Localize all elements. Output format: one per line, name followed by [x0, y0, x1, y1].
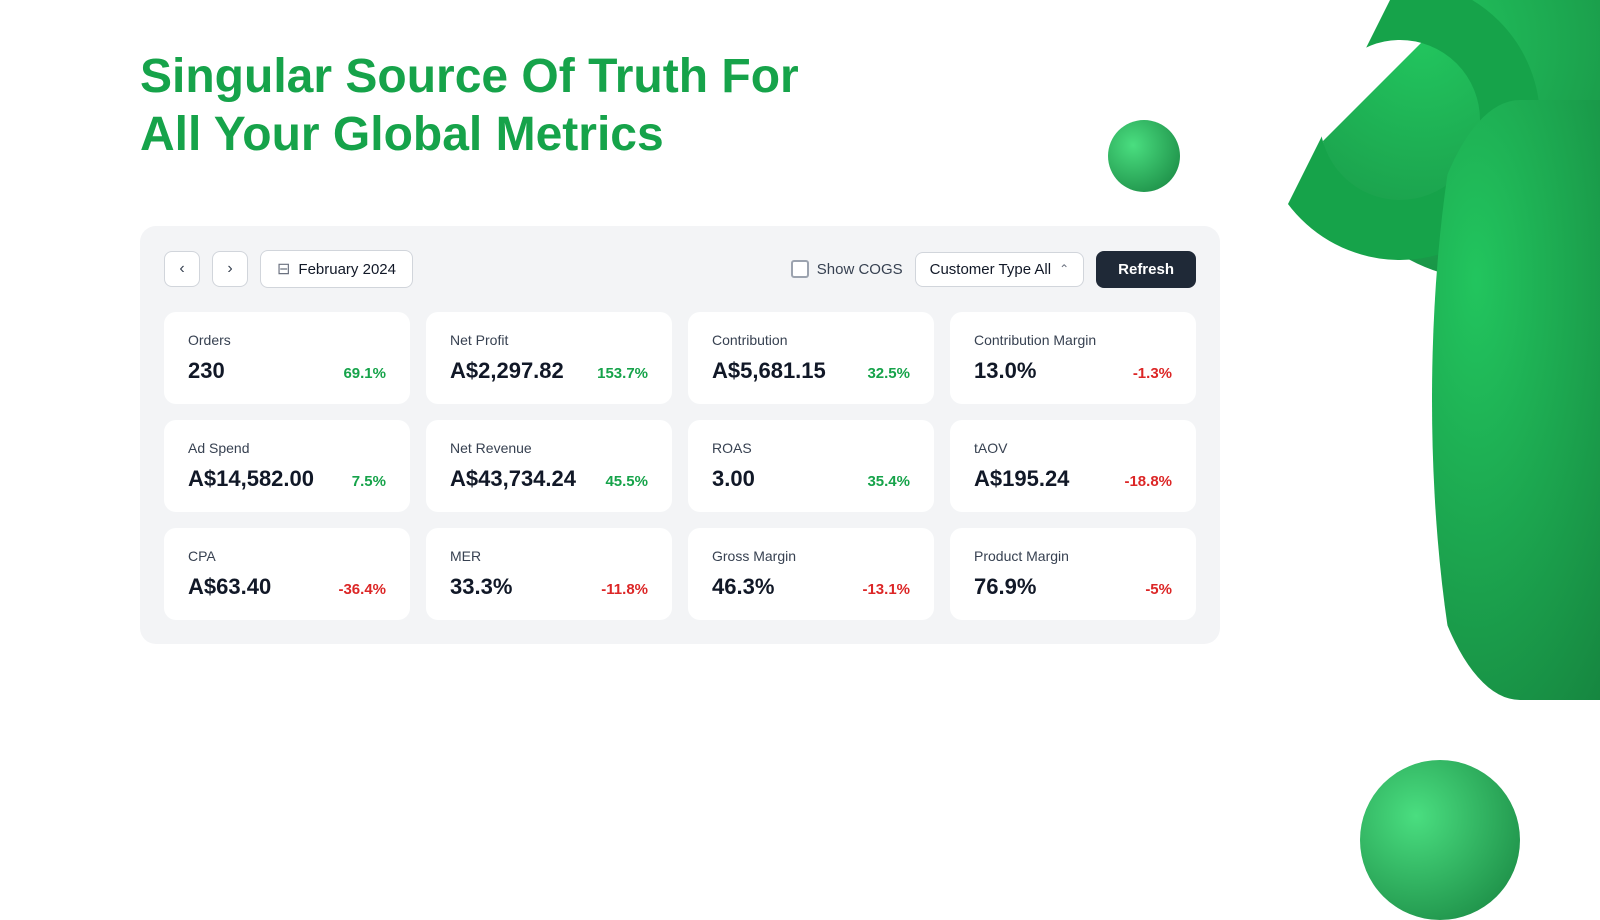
- metric-value: 230: [188, 358, 225, 384]
- metric-value: A$43,734.24: [450, 466, 576, 492]
- metric-label: Contribution: [712, 332, 910, 348]
- refresh-button[interactable]: Refresh: [1096, 251, 1196, 288]
- dashboard-container: ‹ › ⊟ February 2024 Show COGS Customer T…: [140, 226, 1220, 644]
- metric-value: 3.00: [712, 466, 755, 492]
- heading-line2: All Your Global Metrics: [140, 108, 664, 161]
- metric-change: -36.4%: [338, 581, 386, 598]
- metric-change: 45.5%: [605, 473, 648, 490]
- deco-circle-mid: [1108, 120, 1180, 192]
- metric-row: 33.3% -11.8%: [450, 574, 648, 600]
- metric-card: ROAS 3.00 35.4%: [688, 420, 934, 512]
- metric-label: MER: [450, 548, 648, 564]
- metric-label: Orders: [188, 332, 386, 348]
- metric-label: tAOV: [974, 440, 1172, 456]
- metric-card: Net Revenue A$43,734.24 45.5%: [426, 420, 672, 512]
- date-picker[interactable]: ⊟ February 2024: [260, 250, 413, 288]
- metric-label: Net Profit: [450, 332, 648, 348]
- show-cogs-text: Show COGS: [817, 261, 903, 278]
- metric-change: 153.7%: [597, 365, 648, 382]
- metric-change: 32.5%: [867, 365, 910, 382]
- metric-change: -1.3%: [1133, 365, 1172, 382]
- metric-value: 13.0%: [974, 358, 1036, 384]
- metric-row: 46.3% -13.1%: [712, 574, 910, 600]
- metric-row: A$195.24 -18.8%: [974, 466, 1172, 492]
- show-cogs-checkbox[interactable]: [791, 260, 809, 278]
- metric-change: -18.8%: [1124, 473, 1172, 490]
- metric-value: A$5,681.15: [712, 358, 826, 384]
- metric-value: A$14,582.00: [188, 466, 314, 492]
- metric-row: A$63.40 -36.4%: [188, 574, 386, 600]
- metric-label: Contribution Margin: [974, 332, 1172, 348]
- metric-value: 76.9%: [974, 574, 1036, 600]
- metric-change: 7.5%: [352, 473, 386, 490]
- metric-row: 13.0% -1.3%: [974, 358, 1172, 384]
- metric-card: Contribution Margin 13.0% -1.3%: [950, 312, 1196, 404]
- metric-card: CPA A$63.40 -36.4%: [164, 528, 410, 620]
- metric-card: Product Margin 76.9% -5%: [950, 528, 1196, 620]
- metric-row: A$14,582.00 7.5%: [188, 466, 386, 492]
- metric-value: A$63.40: [188, 574, 271, 600]
- chevron-down-icon: ⌃: [1059, 262, 1069, 276]
- metric-row: A$43,734.24 45.5%: [450, 466, 648, 492]
- metric-change: -5%: [1145, 581, 1172, 598]
- metric-row: 3.00 35.4%: [712, 466, 910, 492]
- metric-value: A$195.24: [974, 466, 1069, 492]
- metric-label: ROAS: [712, 440, 910, 456]
- deco-bottom-right: [1360, 760, 1520, 920]
- metric-value: 33.3%: [450, 574, 512, 600]
- date-value: February 2024: [298, 261, 396, 278]
- metric-change: 35.4%: [867, 473, 910, 490]
- toolbar: ‹ › ⊟ February 2024 Show COGS Customer T…: [164, 250, 1196, 288]
- heading-line1: Singular Source Of Truth For: [140, 50, 799, 103]
- metric-card: Orders 230 69.1%: [164, 312, 410, 404]
- page-heading: Singular Source Of Truth For All Your Gl…: [140, 48, 799, 163]
- calendar-icon: ⊟: [277, 259, 290, 279]
- metric-value: A$2,297.82: [450, 358, 564, 384]
- metric-row: A$5,681.15 32.5%: [712, 358, 910, 384]
- metric-card: Contribution A$5,681.15 32.5%: [688, 312, 934, 404]
- show-cogs-label[interactable]: Show COGS: [791, 260, 903, 278]
- metric-change: 69.1%: [343, 365, 386, 382]
- metric-change: -11.8%: [601, 581, 648, 598]
- prev-month-button[interactable]: ‹: [164, 251, 200, 287]
- metric-label: Net Revenue: [450, 440, 648, 456]
- metric-card: Net Profit A$2,297.82 153.7%: [426, 312, 672, 404]
- metric-card: Gross Margin 46.3% -13.1%: [688, 528, 934, 620]
- metric-row: 76.9% -5%: [974, 574, 1172, 600]
- customer-type-label: Customer Type All: [930, 261, 1051, 278]
- metric-card: Ad Spend A$14,582.00 7.5%: [164, 420, 410, 512]
- metric-card: tAOV A$195.24 -18.8%: [950, 420, 1196, 512]
- next-month-button[interactable]: ›: [212, 251, 248, 287]
- metric-row: A$2,297.82 153.7%: [450, 358, 648, 384]
- customer-type-dropdown[interactable]: Customer Type All ⌃: [915, 252, 1085, 287]
- metric-value: 46.3%: [712, 574, 774, 600]
- metric-change: -13.1%: [862, 581, 910, 598]
- metric-label: Gross Margin: [712, 548, 910, 564]
- metric-row: 230 69.1%: [188, 358, 386, 384]
- metric-label: Product Margin: [974, 548, 1172, 564]
- metric-label: Ad Spend: [188, 440, 386, 456]
- metrics-grid: Orders 230 69.1% Net Profit A$2,297.82 153.7%…: [164, 312, 1196, 620]
- metric-label: CPA: [188, 548, 386, 564]
- metric-card: MER 33.3% -11.8%: [426, 528, 672, 620]
